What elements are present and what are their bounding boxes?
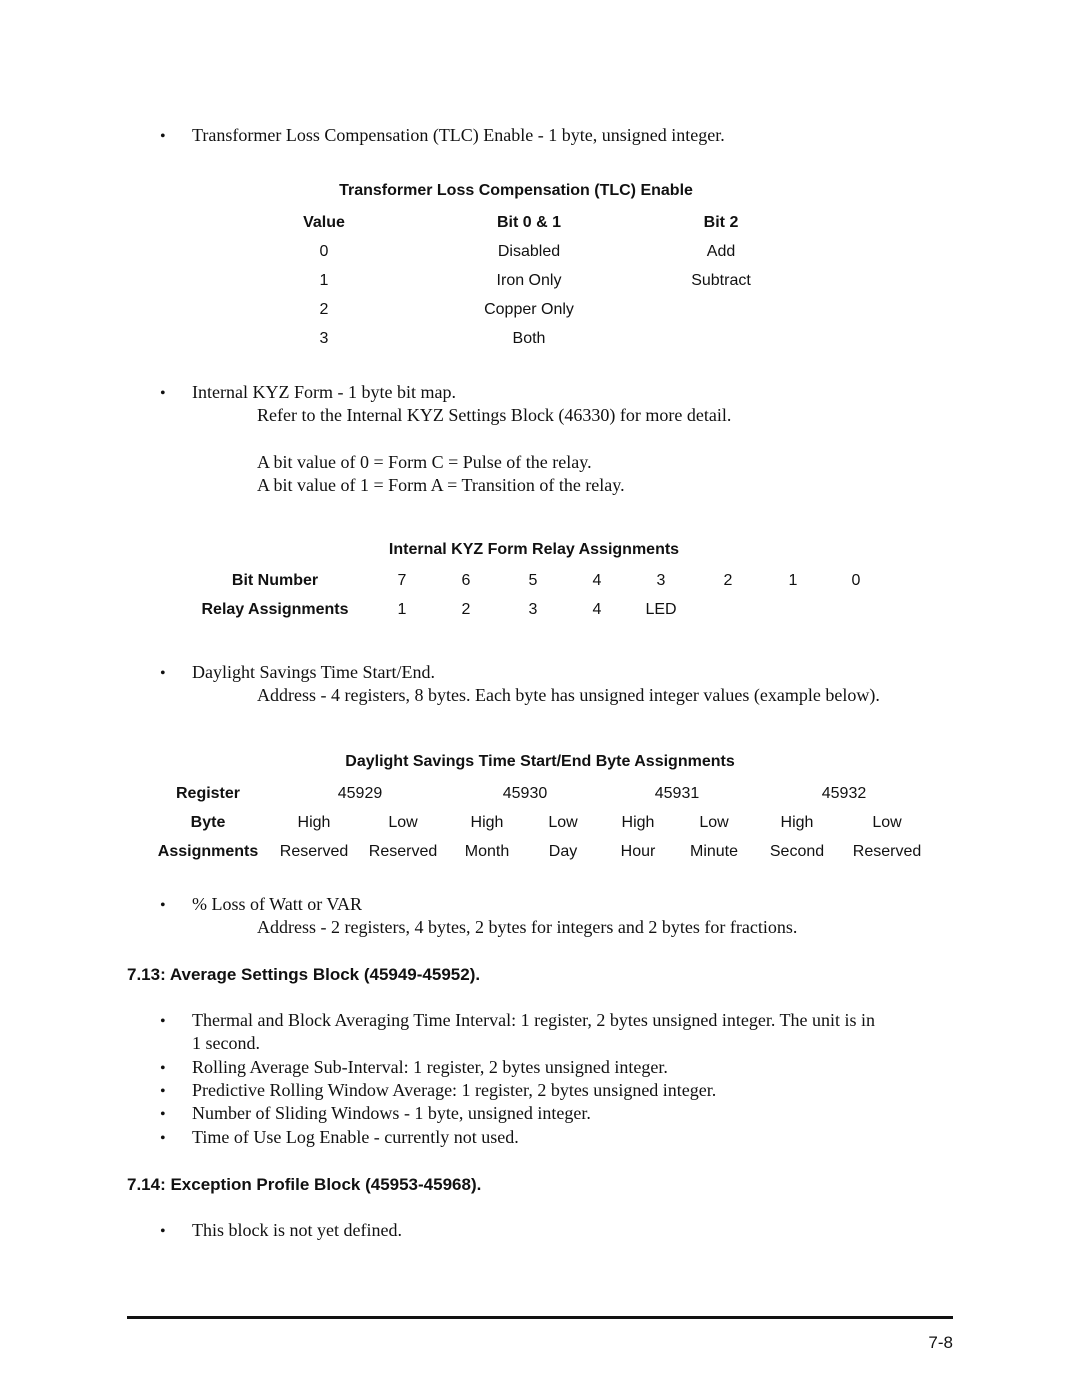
kyz-bit-number: 0 [851,572,861,589]
bullet-icon: • [160,1060,166,1077]
dst-byte: High [621,814,655,831]
dst-assignment: Reserved [279,843,349,860]
kyz-bullet-text: Internal KYZ Form - 1 byte bit map. [192,382,456,402]
tlc-cell: 1 [319,272,329,289]
bullet-icon: • [160,128,166,145]
bullet-icon: • [160,897,166,914]
bullet-icon: • [160,1130,166,1147]
dst-assignment: Month [464,843,510,860]
kyz-table-title: Internal KYZ Form Relay Assignments [388,541,680,558]
kyz-bit-number: 2 [723,572,733,589]
loss-bullet-text: % Loss of Watt or VAR [192,894,363,914]
kyz-line: A bit value of 1 = Form A = Transition o… [257,475,625,495]
kyz-line: Refer to the Internal KYZ Settings Block… [257,405,732,425]
sec713-continuation: 1 second. [192,1033,260,1053]
kyz-bit-number: 1 [788,572,798,589]
kyz-relay-assignment: 3 [528,601,538,618]
kyz-row-label: Bit Number [231,572,319,589]
kyz-line: A bit value of 0 = Form C = Pulse of the… [257,452,592,472]
bullet-icon: • [160,1013,166,1030]
tlc-cell: 3 [319,330,329,347]
kyz-relay-assignment: 1 [397,601,407,618]
dst-byte: High [297,814,331,831]
dst-byte: Low [872,814,902,831]
tlc-cell: 2 [319,301,329,318]
footer-rule [127,1316,953,1319]
kyz-bit-number: 4 [592,572,602,589]
section-heading-7-14: 7.14: Exception Profile Block (45953-459… [127,1175,482,1194]
page-number: 7-8 [928,1333,953,1352]
bullet-icon: • [160,1106,166,1123]
sec714-bullet-text: This block is not yet defined. [192,1220,402,1240]
tlc-cell: Copper Only [484,301,574,318]
dst-register: 45931 [654,785,700,802]
tlc-header-bit01: Bit 0 & 1 [496,214,562,231]
dst-byte: High [470,814,504,831]
kyz-relay-assignment: LED [645,601,677,618]
kyz-row-label: Relay Assignments [201,601,349,618]
dst-byte: Low [699,814,729,831]
kyz-bit-number: 6 [461,572,471,589]
bullet-icon: • [160,665,166,682]
loss-line: Address - 2 registers, 4 bytes, 2 bytes … [257,917,798,937]
tlc-cell: Subtract [691,272,751,289]
tlc-cell: Add [706,243,736,260]
tlc-bullet-text: Transformer Loss Compensation (TLC) Enab… [192,125,725,145]
dst-row-label: Register [175,785,241,802]
tlc-cell: Disabled [497,243,561,260]
dst-assignment: Minute [689,843,739,860]
tlc-cell: Iron Only [496,272,562,289]
dst-bullet-text: Daylight Savings Time Start/End. [192,662,436,682]
dst-assignment: Reserved [368,843,438,860]
bullet-icon: • [160,385,166,402]
bullet-icon: • [160,1223,166,1240]
kyz-relay-assignment: 4 [592,601,602,618]
tlc-cell: Both [512,330,546,347]
sec713-bullet-text: Rolling Average Sub-Interval: 1 register… [192,1057,668,1077]
dst-line: Address - 4 registers, 8 bytes. Each byt… [257,685,880,705]
dst-assignment: Hour [620,843,656,860]
dst-row-label: Byte [190,814,226,831]
dst-register: 45929 [337,785,383,802]
dst-byte: High [780,814,814,831]
dst-row-label: Assignments [157,843,259,860]
sec713-bullet-text: Predictive Rolling Window Average: 1 reg… [192,1080,717,1100]
dst-assignment: Second [769,843,825,860]
tlc-header-value: Value [303,214,345,231]
dst-register: 45930 [502,785,548,802]
sec713-bullet-text: Number of Sliding Windows - 1 byte, unsi… [192,1103,591,1123]
dst-assignment: Reserved [852,843,922,860]
kyz-bit-number: 3 [656,572,666,589]
bullet-icon: • [160,1083,166,1100]
section-heading-7-13: 7.13: Average Settings Block (45949-4595… [127,965,481,984]
dst-byte: Low [548,814,578,831]
kyz-bit-number: 7 [397,572,407,589]
sec713-bullet-text: Time of Use Log Enable - currently not u… [192,1127,519,1147]
dst-byte: Low [388,814,418,831]
tlc-cell: 0 [319,243,329,260]
dst-register: 45932 [821,785,867,802]
tlc-table-title: Transformer Loss Compensation (TLC) Enab… [339,182,693,199]
kyz-relay-assignment: 2 [461,601,471,618]
tlc-header-bit2: Bit 2 [703,214,739,231]
sec713-bullet-text: Thermal and Block Averaging Time Interva… [192,1010,875,1030]
dst-assignment: Day [548,843,578,860]
kyz-bit-number: 5 [528,572,538,589]
dst-table-title: Daylight Savings Time Start/End Byte Ass… [345,753,735,770]
